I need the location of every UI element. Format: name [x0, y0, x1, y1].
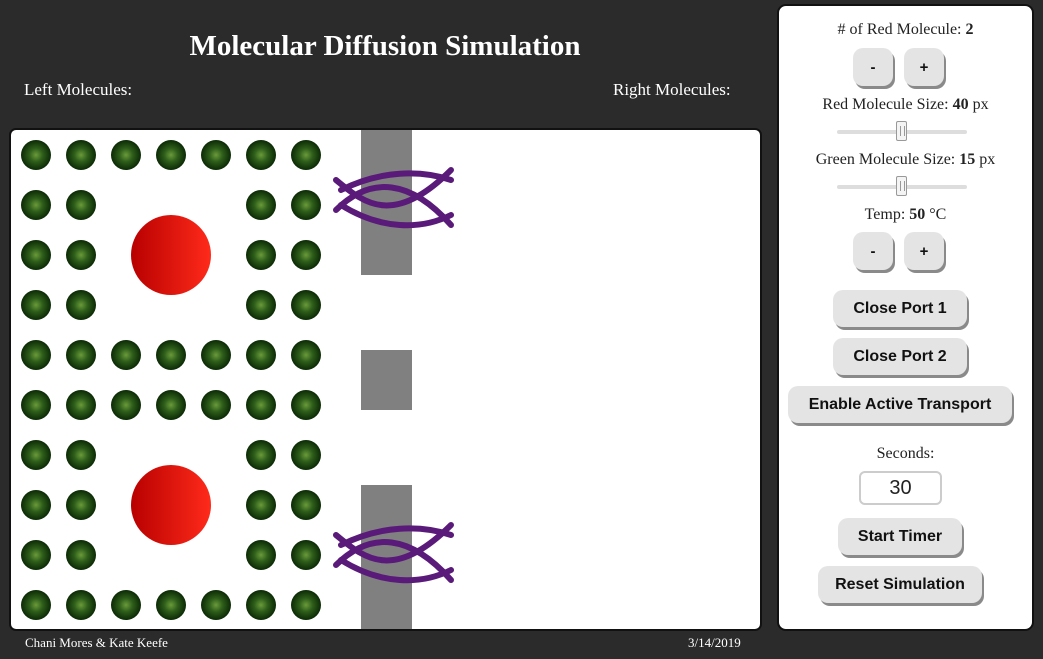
green-molecule — [66, 190, 96, 220]
start-timer-button[interactable]: Start Timer — [838, 518, 962, 555]
green-molecule — [246, 190, 276, 220]
red-size-label: Red Molecule Size: — [822, 96, 949, 113]
temp-minus-button[interactable]: - — [853, 232, 893, 270]
close-port-1-button[interactable]: Close Port 1 — [833, 290, 967, 327]
temp-label: Temp: — [864, 206, 906, 223]
green-molecule — [21, 540, 51, 570]
green-molecule — [66, 440, 96, 470]
green-molecule — [291, 140, 321, 170]
green-molecule — [21, 140, 51, 170]
green-molecule — [21, 590, 51, 620]
green-molecule — [246, 440, 276, 470]
green-molecule — [111, 390, 141, 420]
temp-plus-button[interactable]: + — [904, 232, 944, 270]
green-molecule — [246, 140, 276, 170]
temp-value: 50 — [909, 206, 926, 223]
red-size-unit: px — [972, 96, 989, 113]
green-molecule — [246, 340, 276, 370]
close-port-2-button[interactable]: Close Port 2 — [833, 338, 967, 375]
green-molecule — [246, 290, 276, 320]
green-molecule — [291, 240, 321, 270]
green-molecule — [111, 340, 141, 370]
seconds-input[interactable] — [859, 471, 942, 505]
membrane-segment-middle — [361, 350, 412, 410]
red-count-value: 2 — [965, 21, 974, 38]
simulation-svg — [21, 130, 454, 629]
green-size-slider[interactable] — [837, 176, 967, 196]
green-molecule — [66, 390, 96, 420]
left-molecules-label: Left Molecules: — [24, 80, 133, 99]
green-molecule — [201, 140, 231, 170]
green-molecule — [291, 590, 321, 620]
simulation-canvas[interactable] — [9, 128, 762, 631]
seconds-label: Seconds: — [876, 445, 935, 462]
date-label: 3/14/2019 — [688, 635, 741, 650]
green-molecule — [291, 290, 321, 320]
enable-active-transport-button[interactable]: Enable Active Transport — [788, 386, 1012, 423]
green-molecule — [246, 590, 276, 620]
green-molecule — [156, 140, 186, 170]
green-molecule — [291, 340, 321, 370]
green-molecule — [246, 240, 276, 270]
green-molecule — [21, 390, 51, 420]
right-molecules-label: Right Molecules: — [613, 80, 731, 99]
green-molecule — [21, 190, 51, 220]
red-count-row: # of Red Molecule: 2 — [779, 21, 1032, 39]
red-count-minus-button[interactable]: - — [853, 48, 893, 86]
green-molecule — [111, 590, 141, 620]
green-molecule — [156, 590, 186, 620]
green-molecule — [246, 490, 276, 520]
green-size-row: Green Molecule Size: 15 px — [779, 151, 1032, 169]
red-count-plus-button[interactable]: + — [904, 48, 944, 86]
green-size-label: Green Molecule Size: — [815, 151, 956, 168]
green-size-slider-thumb[interactable] — [896, 176, 907, 196]
temp-unit: °C — [929, 206, 947, 223]
green-molecule — [21, 440, 51, 470]
green-molecule — [201, 340, 231, 370]
green-molecule — [246, 390, 276, 420]
green-molecule — [21, 290, 51, 320]
green-molecule — [291, 540, 321, 570]
green-molecule — [156, 340, 186, 370]
green-molecule — [66, 590, 96, 620]
green-molecule — [66, 490, 96, 520]
green-molecule — [21, 490, 51, 520]
green-molecule — [291, 190, 321, 220]
red-size-slider[interactable] — [837, 121, 967, 141]
green-molecule — [201, 590, 231, 620]
green-size-value: 15 — [959, 151, 976, 168]
reset-simulation-button[interactable]: Reset Simulation — [818, 566, 982, 603]
authors-credit: Chani Mores & Kate Keefe — [25, 635, 168, 650]
control-panel: # of Red Molecule: 2 - + Red Molecule Si… — [777, 4, 1034, 631]
green-molecule — [291, 390, 321, 420]
green-molecule — [66, 540, 96, 570]
green-molecule — [291, 440, 321, 470]
green-molecule — [21, 340, 51, 370]
green-molecule — [156, 390, 186, 420]
green-molecule — [201, 390, 231, 420]
green-molecule — [66, 290, 96, 320]
red-molecule — [131, 465, 211, 545]
green-molecule — [291, 490, 321, 520]
green-molecule — [246, 540, 276, 570]
green-molecule — [111, 140, 141, 170]
red-size-slider-thumb[interactable] — [896, 121, 907, 141]
red-count-label: # of Red Molecule: — [837, 21, 962, 38]
red-size-value: 40 — [952, 96, 969, 113]
green-molecule — [66, 240, 96, 270]
red-molecule — [131, 215, 211, 295]
green-molecule — [21, 240, 51, 270]
green-size-unit: px — [979, 151, 996, 168]
green-molecule — [66, 340, 96, 370]
red-size-row: Red Molecule Size: 40 px — [779, 96, 1032, 114]
temp-row: Temp: 50 °C — [779, 206, 1032, 224]
green-molecule — [66, 140, 96, 170]
page-title: Molecular Diffusion Simulation — [189, 30, 581, 62]
